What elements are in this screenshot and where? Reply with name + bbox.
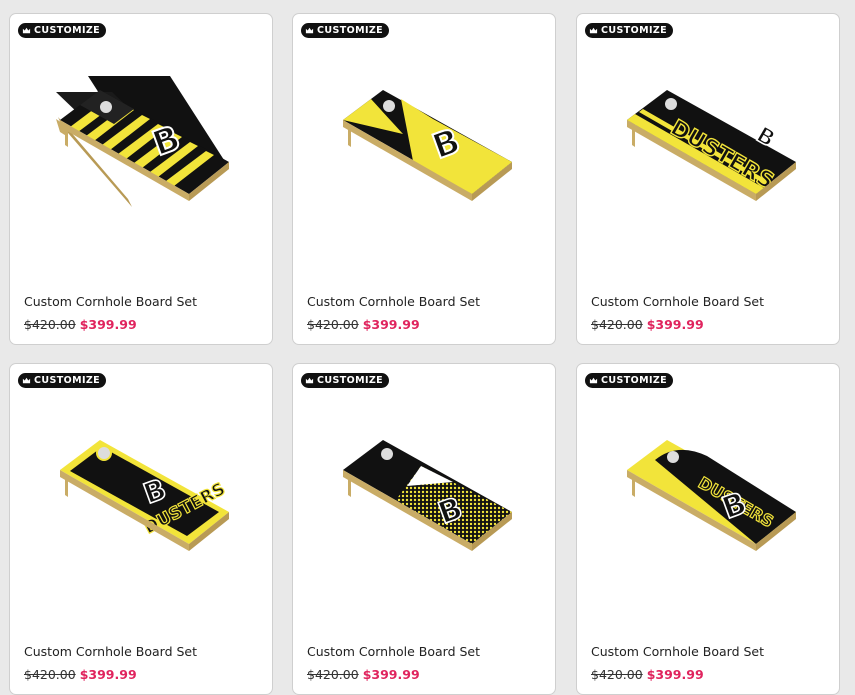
product-image[interactable]: B bbox=[293, 394, 556, 614]
customize-badge[interactable]: CUSTOMIZE bbox=[585, 23, 674, 38]
original-price: $420.00 bbox=[307, 667, 359, 682]
product-title[interactable]: Custom Cornhole Board Set bbox=[24, 294, 197, 309]
crown-icon bbox=[305, 27, 314, 34]
sale-price: $399.99 bbox=[362, 317, 420, 332]
product-image[interactable]: DUSTERS B bbox=[577, 44, 840, 264]
product-card[interactable]: CUSTOMIZE B Custom Cornhole Board Set $4… bbox=[292, 363, 556, 695]
customize-badge[interactable]: CUSTOMIZE bbox=[301, 373, 390, 388]
sale-price: $399.99 bbox=[646, 317, 704, 332]
product-price: $420.00 $399.99 bbox=[591, 667, 704, 682]
original-price: $420.00 bbox=[591, 667, 643, 682]
product-card[interactable]: CUSTOMIZE B Custom Cornhole Board Set $4… bbox=[9, 13, 273, 345]
original-price: $420.00 bbox=[307, 317, 359, 332]
crown-icon bbox=[589, 377, 598, 384]
badge-label: CUSTOMIZE bbox=[317, 375, 384, 386]
product-image[interactable]: B bbox=[293, 44, 556, 264]
badge-label: CUSTOMIZE bbox=[601, 25, 668, 36]
badge-label: CUSTOMIZE bbox=[34, 375, 101, 386]
sale-price: $399.99 bbox=[362, 667, 420, 682]
product-price: $420.00 $399.99 bbox=[307, 667, 420, 682]
product-title[interactable]: Custom Cornhole Board Set bbox=[307, 294, 480, 309]
product-card[interactable]: CUSTOMIZE B Custom Cornhole Board Set $4… bbox=[292, 13, 556, 345]
product-price: $420.00 $399.99 bbox=[24, 317, 137, 332]
sale-price: $399.99 bbox=[79, 667, 137, 682]
product-title[interactable]: Custom Cornhole Board Set bbox=[24, 644, 197, 659]
product-image[interactable]: DUSTERS B bbox=[577, 394, 840, 614]
customize-badge[interactable]: CUSTOMIZE bbox=[585, 373, 674, 388]
product-price: $420.00 $399.99 bbox=[24, 667, 137, 682]
badge-label: CUSTOMIZE bbox=[601, 375, 668, 386]
customize-badge[interactable]: CUSTOMIZE bbox=[18, 23, 107, 38]
original-price: $420.00 bbox=[24, 667, 76, 682]
customize-badge[interactable]: CUSTOMIZE bbox=[18, 373, 107, 388]
product-image[interactable]: B bbox=[10, 44, 273, 264]
customize-badge[interactable]: CUSTOMIZE bbox=[301, 23, 390, 38]
original-price: $420.00 bbox=[24, 317, 76, 332]
product-title[interactable]: Custom Cornhole Board Set bbox=[307, 644, 480, 659]
original-price: $420.00 bbox=[591, 317, 643, 332]
badge-label: CUSTOMIZE bbox=[317, 25, 384, 36]
crown-icon bbox=[22, 377, 31, 384]
crown-icon bbox=[22, 27, 31, 34]
crown-icon bbox=[305, 377, 314, 384]
product-price: $420.00 $399.99 bbox=[591, 317, 704, 332]
product-grid: CUSTOMIZE B Custom Cornhole Board Set $4… bbox=[0, 0, 855, 695]
sale-price: $399.99 bbox=[646, 667, 704, 682]
product-card[interactable]: CUSTOMIZE DUSTERS B Custom Cornhole Boar… bbox=[576, 363, 840, 695]
product-card[interactable]: CUSTOMIZE DUSTERS B Custom Cornhole Boar… bbox=[576, 13, 840, 345]
product-title[interactable]: Custom Cornhole Board Set bbox=[591, 294, 764, 309]
product-title[interactable]: Custom Cornhole Board Set bbox=[591, 644, 764, 659]
sale-price: $399.99 bbox=[79, 317, 137, 332]
crown-icon bbox=[589, 27, 598, 34]
product-image[interactable]: B DUSTERS bbox=[10, 394, 273, 614]
badge-label: CUSTOMIZE bbox=[34, 25, 101, 36]
product-price: $420.00 $399.99 bbox=[307, 317, 420, 332]
product-card[interactable]: CUSTOMIZE B DUSTERS Custom Cornhole Boar… bbox=[9, 363, 273, 695]
